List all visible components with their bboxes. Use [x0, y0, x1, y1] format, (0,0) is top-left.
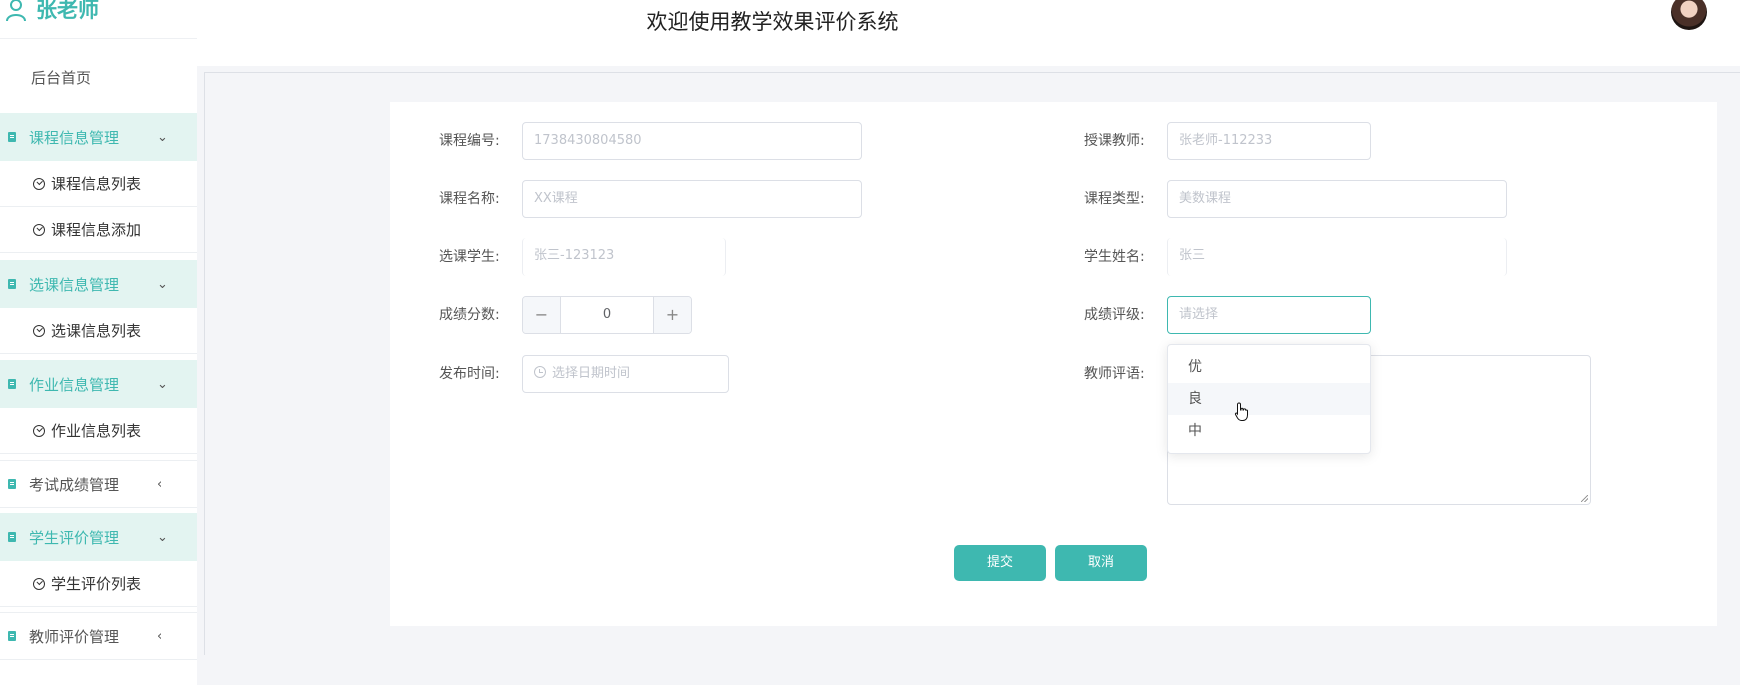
sidebar-group-label: 课程信息管理 — [29, 128, 120, 147]
sidebar-item-label: 课程信息列表 — [51, 175, 142, 193]
chevron-down-icon: ⌄ — [157, 129, 168, 145]
page-title: 欢迎使用教学效果评价系统 — [646, 10, 899, 34]
cancel-button[interactable]: 取消 — [1055, 545, 1147, 581]
publish-time-picker[interactable]: 选择日期时间 — [522, 355, 729, 393]
student-field[interactable]: 张三-123123 — [522, 238, 726, 276]
grade-option[interactable]: 优 — [1168, 351, 1370, 383]
sidebar-item-label: 选课信息列表 — [51, 322, 142, 340]
check-circle-icon — [33, 577, 45, 590]
course-type-label: 课程类型: — [1084, 191, 1145, 207]
grade-option[interactable]: 良 — [1168, 383, 1370, 415]
sidebar-group-exam[interactable]: 考试成绩管理 ‹ — [0, 460, 197, 508]
document-icon — [8, 379, 16, 389]
course-no-label: 课程编号: — [439, 133, 500, 149]
sidebar-item-course-add[interactable]: 课程信息添加 — [0, 207, 197, 253]
grade-dropdown: 优 良 中 — [1167, 344, 1371, 454]
sidebar-item-label: 作业信息列表 — [51, 422, 142, 440]
sidebar-item-label: 学生评价列表 — [51, 575, 142, 593]
sidebar-item-student-eval-list[interactable]: 学生评价列表 — [0, 561, 197, 607]
username: 张老师 — [36, 0, 99, 22]
check-circle-icon — [33, 424, 45, 437]
sidebar-group-course[interactable]: 课程信息管理 ⌄ — [0, 113, 197, 161]
document-icon — [8, 479, 16, 489]
resize-handle-icon[interactable] — [1581, 495, 1588, 502]
student-label: 选课学生: — [439, 249, 500, 265]
sidebar-group-student-eval[interactable]: 学生评价管理 ⌄ — [0, 513, 197, 561]
teacher-label: 授课教师: — [1084, 133, 1145, 149]
sidebar-item-course-list[interactable]: 课程信息列表 — [0, 161, 197, 207]
sidebar-item-label: 课程信息添加 — [51, 221, 142, 239]
publish-time-label: 发布时间: — [439, 366, 500, 382]
sidebar-item-homework-list[interactable]: 作业信息列表 — [0, 408, 197, 454]
sidebar-group-homework[interactable]: 作业信息管理 ⌄ — [0, 360, 197, 408]
increase-button[interactable]: + — [653, 297, 691, 333]
sidebar-item-home[interactable]: 后台首页 — [0, 59, 197, 95]
teacher-field[interactable]: 张老师-112233 — [1167, 122, 1371, 160]
check-circle-icon — [33, 324, 45, 337]
score-stepper[interactable]: − 0 + — [522, 296, 692, 334]
comment-label: 教师评语: — [1084, 366, 1145, 382]
chevron-left-icon: ‹ — [157, 628, 163, 644]
score-value[interactable]: 0 — [561, 297, 653, 333]
document-icon — [8, 532, 16, 542]
chevron-down-icon: ⌄ — [157, 529, 168, 545]
sidebar-group-enrollment[interactable]: 选课信息管理 ⌄ — [0, 260, 197, 308]
chevron-down-icon: ⌄ — [157, 376, 168, 392]
course-name-label: 课程名称: — [439, 191, 500, 207]
chevron-down-icon: ⌄ — [157, 276, 168, 292]
check-circle-icon — [33, 223, 45, 236]
clock-icon — [534, 366, 546, 378]
publish-time-placeholder: 选择日期时间 — [552, 366, 631, 381]
score-label: 成绩分数: — [439, 307, 500, 323]
sidebar-group-label: 选课信息管理 — [29, 275, 120, 294]
grade-select[interactable]: 请选择 — [1167, 296, 1371, 334]
sidebar-group-label: 学生评价管理 — [29, 528, 120, 547]
decrease-button[interactable]: − — [523, 297, 561, 333]
course-no-field[interactable]: 1738430804580 — [522, 122, 862, 160]
sidebar-group-label: 教师评价管理 — [29, 627, 120, 646]
course-name-field[interactable]: XX课程 — [522, 180, 862, 218]
document-icon — [8, 631, 16, 641]
avatar[interactable] — [1671, 0, 1707, 30]
document-icon — [8, 132, 16, 142]
student-name-label: 学生姓名: — [1084, 249, 1145, 265]
hand-cursor-icon — [1234, 402, 1248, 421]
user-info: 张老师 — [0, 0, 99, 26]
sidebar: 后台首页 课程信息管理 ⌄ 课程信息列表 课程信息添加 选课信息管理 ⌄ 选课信… — [0, 38, 197, 685]
check-circle-icon — [33, 177, 45, 190]
student-name-field[interactable]: 张三 — [1167, 238, 1507, 276]
submit-button[interactable]: 提交 — [954, 545, 1046, 581]
sidebar-group-label: 考试成绩管理 — [29, 475, 120, 494]
sidebar-item-label: 后台首页 — [31, 68, 92, 87]
chevron-left-icon: ‹ — [157, 476, 163, 492]
document-icon — [8, 279, 16, 289]
user-icon — [6, 0, 26, 21]
grade-label: 成绩评级: — [1084, 307, 1145, 323]
grade-option[interactable]: 中 — [1168, 415, 1370, 447]
sidebar-group-label: 作业信息管理 — [29, 375, 120, 394]
sidebar-item-enrollment-list[interactable]: 选课信息列表 — [0, 308, 197, 354]
sidebar-group-teacher-eval[interactable]: 教师评价管理 ‹ — [0, 612, 197, 660]
course-type-field[interactable]: 美数课程 — [1167, 180, 1507, 218]
